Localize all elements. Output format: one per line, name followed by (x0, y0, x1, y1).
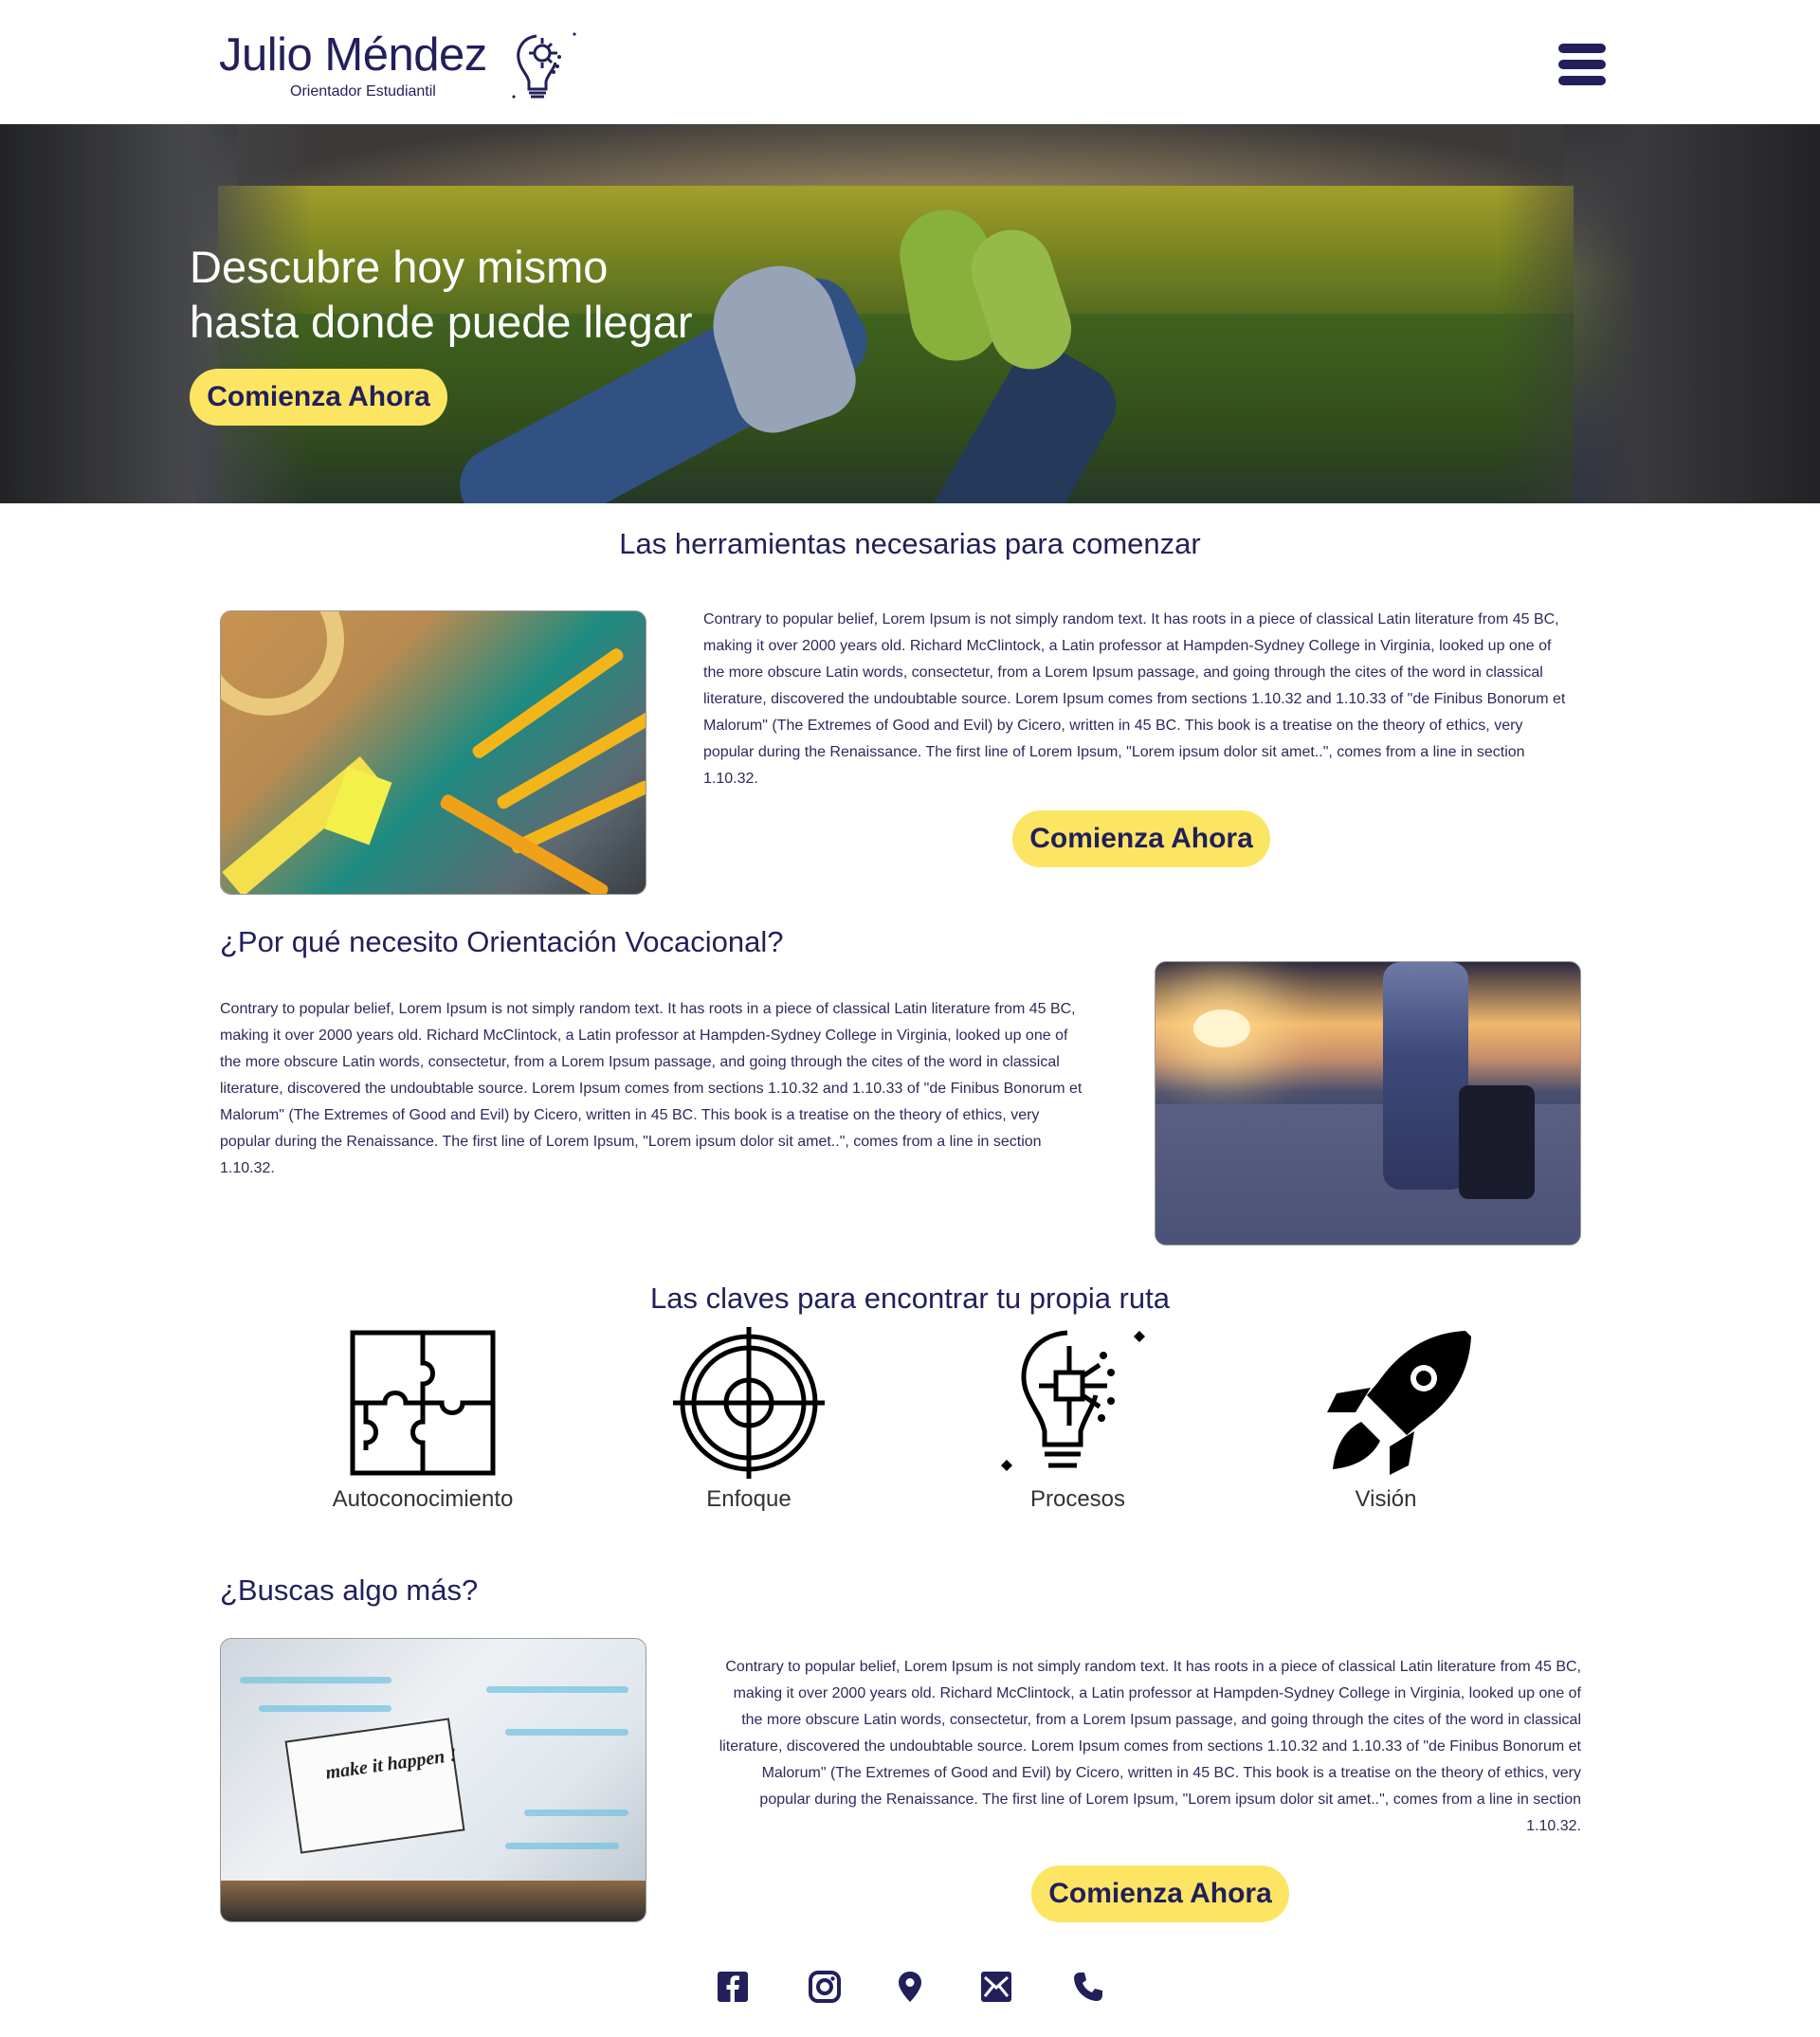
notebook-card (284, 1718, 465, 1854)
location-pin-icon[interactable] (893, 1970, 927, 2004)
notebook-line (486, 1686, 628, 1693)
why-section-title: ¿Por qué necesito Orientación Vocacional… (220, 925, 784, 958)
traveler (1383, 962, 1468, 1190)
hero-title: Descubre hoy mismo hasta donde puede lle… (190, 240, 693, 350)
why-paragraph: Contrary to popular belief, Lorem Ipsum … (220, 1001, 1083, 1176)
menu-bar (1558, 44, 1606, 53)
road-suitcase-image (1155, 961, 1581, 1246)
rocket-icon (1327, 1331, 1471, 1475)
tools-section-title: Las herramientas necesarias para comenza… (619, 527, 1201, 560)
notebook-line (240, 1677, 391, 1683)
site-header: Julio Méndez Orientador Estudiantil (0, 0, 1820, 124)
key-label-autoconocimiento: Autoconocimiento (332, 1486, 514, 1512)
target-icon (673, 1327, 825, 1479)
hero-cta-button[interactable]: Comienza Ahora (190, 369, 447, 426)
more-cta-button[interactable]: Comienza Ahora (1031, 1865, 1289, 1922)
hamburger-menu-icon[interactable] (1558, 44, 1606, 87)
more-section-title: ¿Buscas algo más? (220, 1573, 479, 1607)
notebook-edge (221, 1881, 646, 1921)
email-icon[interactable] (979, 1970, 1013, 2004)
facebook-icon[interactable] (716, 1970, 750, 2004)
menu-bar (1558, 60, 1606, 69)
tools-cta-button[interactable]: Comienza Ahora (1012, 810, 1270, 867)
tools-image (220, 610, 646, 895)
notebook-line (505, 1729, 628, 1736)
lightbulb-gear-icon (512, 32, 576, 99)
notebook-line (259, 1705, 391, 1712)
brand-name[interactable]: Julio Méndez (219, 28, 487, 82)
suitcase (1459, 1085, 1535, 1199)
instagram-icon[interactable] (808, 1970, 842, 2004)
lightbulb-circuit-icon (1001, 1330, 1145, 1471)
key-label-enfoque: Enfoque (706, 1486, 792, 1512)
sun (1193, 1009, 1250, 1047)
keys-section-title: Las claves para encontrar tu propia ruta (650, 1282, 1170, 1315)
key-label-procesos: Procesos (1029, 1486, 1126, 1512)
hero-title-line1: Descubre hoy mismo (190, 242, 609, 292)
notebook-line (524, 1810, 628, 1816)
brand-subtitle: Orientador Estudiantil (290, 83, 436, 100)
key-label-vision: Visión (1355, 1486, 1417, 1512)
tape-roll (221, 611, 344, 716)
tools-paragraph: Contrary to popular belief, Lorem Ipsum … (703, 611, 1566, 787)
puzzle-icon (350, 1330, 496, 1476)
menu-bar (1558, 76, 1606, 85)
hero-banner: Descubre hoy mismo hasta donde puede lle… (0, 124, 1820, 503)
notebook-image: make it happen ! (220, 1638, 646, 1922)
notebook-line (505, 1843, 619, 1849)
hero-title-line2: hasta donde puede llegar (190, 297, 693, 347)
more-paragraph: Contrary to popular belief, Lorem Ipsum … (719, 1659, 1581, 1834)
phone-icon[interactable] (1071, 1970, 1105, 2004)
